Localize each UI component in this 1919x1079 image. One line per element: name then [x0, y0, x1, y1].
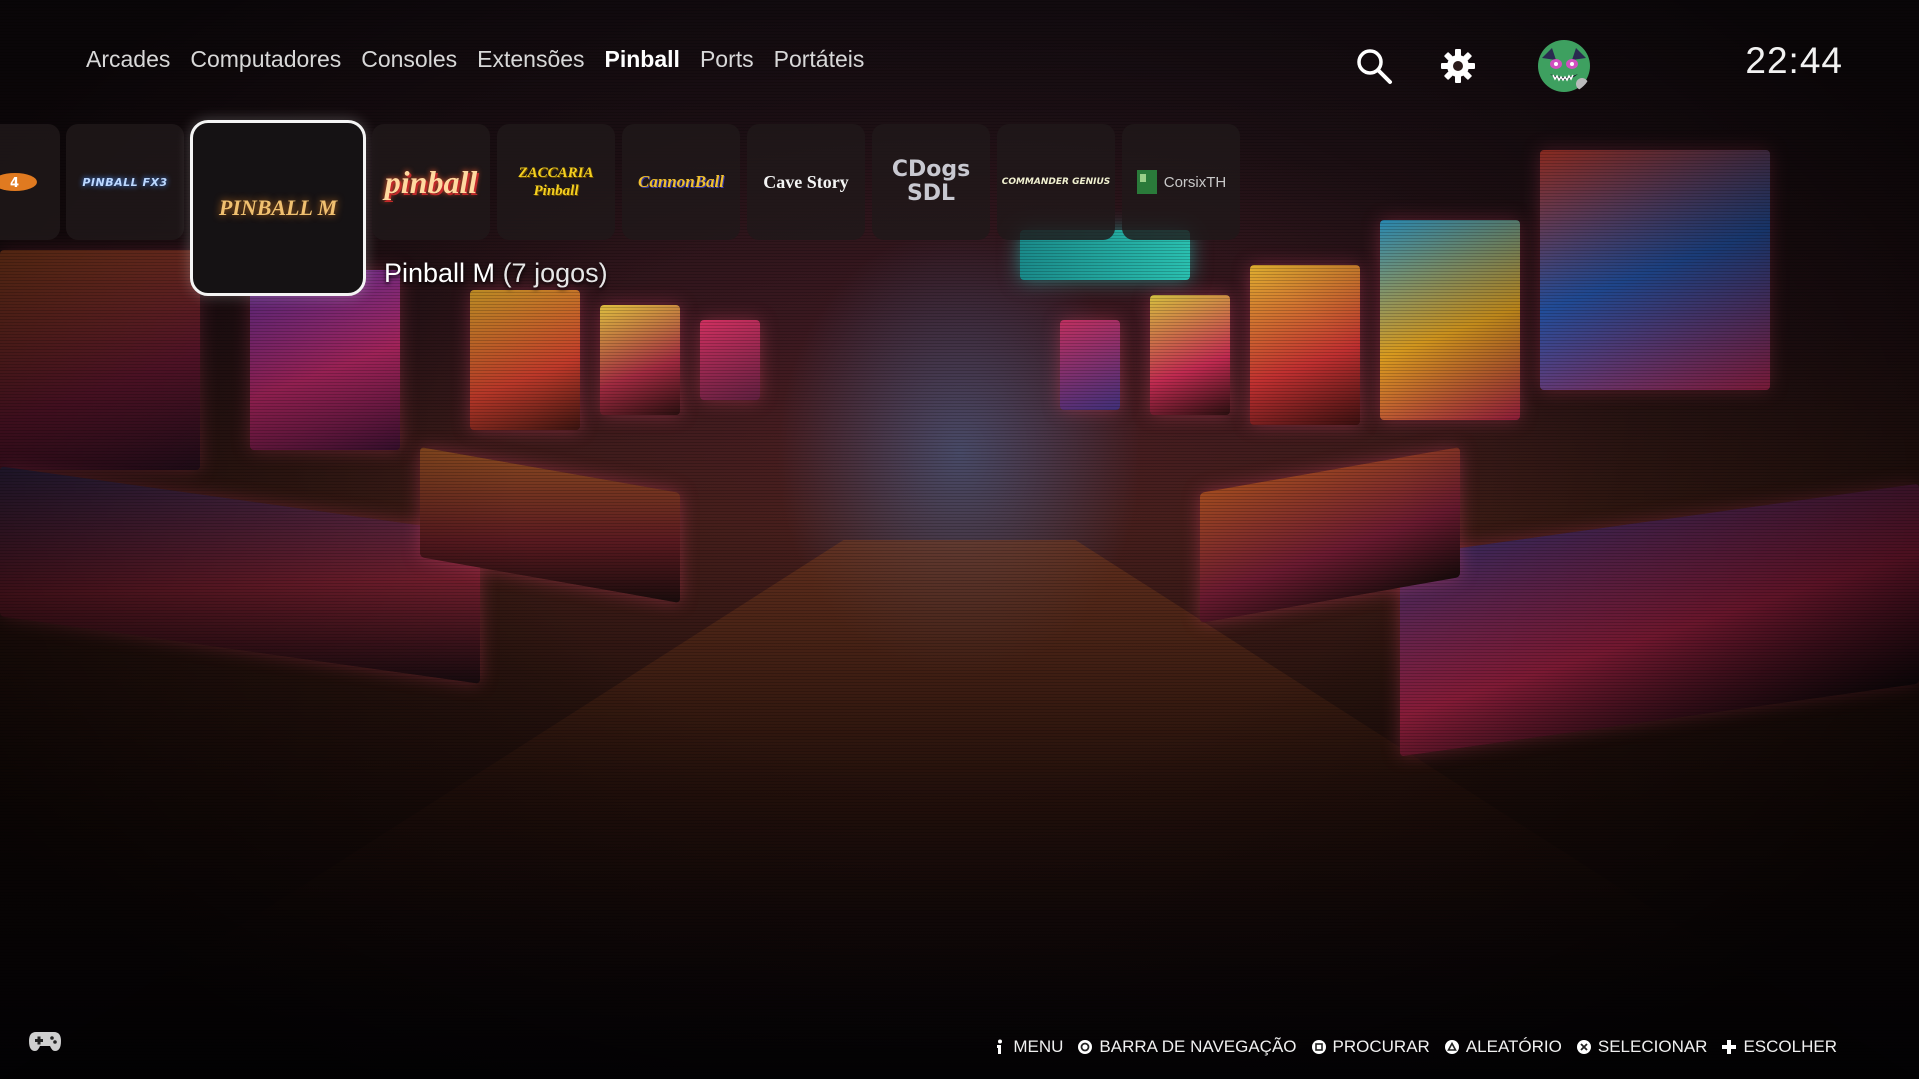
square-button-icon [1311, 1039, 1327, 1055]
system-tile-future-pinball[interactable]: pinball [372, 124, 490, 240]
system-label: PINBALL FX3 [82, 175, 168, 189]
help-label: ESCOLHER [1743, 1037, 1837, 1056]
help-label: PROCURAR [1332, 1037, 1430, 1056]
help-label: MENU [1013, 1037, 1064, 1056]
system-label: COMMANDER GENIUS [1001, 177, 1111, 187]
selected-system-name: Pinball M [384, 258, 496, 288]
system-tile-cdogs[interactable]: CDogs SDL [872, 124, 990, 240]
help-item-select: SELECIONAR [1576, 1037, 1708, 1057]
svg-text:4: 4 [10, 176, 19, 191]
settings-button[interactable] [1436, 44, 1480, 88]
dpad-icon [1721, 1039, 1737, 1055]
search-icon [1357, 49, 1392, 84]
system-label: Cave Story [763, 171, 849, 192]
system-carousel: 4 PINBALL FX3 PINBALL M pinball ZACCARIA… [0, 120, 1919, 296]
help-item-search: PROCURAR [1311, 1037, 1430, 1057]
selected-system-caption: Pinball M (7 jogos) [384, 258, 608, 289]
nav-tab-portateis[interactable]: Portáteis [774, 46, 865, 73]
clock: 22:44 [1745, 40, 1843, 81]
nav-tab-extensoes[interactable]: Extensões [477, 46, 584, 73]
gear-icon [1441, 49, 1475, 83]
nav-tab-ports[interactable]: Ports [700, 46, 754, 73]
system-tile-corsixth[interactable]: CorsixTH [1122, 124, 1240, 240]
system-category-nav: Arcades Computadores Consoles Extensões … [86, 46, 864, 73]
help-label: SELECIONAR [1597, 1037, 1708, 1056]
gamepad-icon [29, 1032, 61, 1051]
nav-tab-computadores[interactable]: Computadores [190, 46, 341, 73]
cross-button-icon [1576, 1039, 1592, 1055]
pinball-logo-icon: 4 [0, 173, 37, 191]
system-tile-partial[interactable]: 4 [0, 124, 60, 240]
help-item-navigation-bar: BARRA DE NAVEGAÇÃO [1077, 1037, 1297, 1057]
system-label: CorsixTH [1163, 173, 1227, 191]
search-button[interactable] [1352, 44, 1396, 88]
help-label: ALEATÓRIO [1465, 1037, 1562, 1056]
system-tile-pinball-m[interactable]: PINBALL M [190, 120, 366, 296]
nav-tab-arcades[interactable]: Arcades [86, 46, 170, 73]
system-tile-cannonball[interactable]: CannonBall [622, 124, 740, 240]
system-label: ZACCARIA Pinball [518, 165, 594, 199]
info-icon [991, 1039, 1007, 1055]
avatar[interactable] [1536, 38, 1592, 94]
system-tile-commander-genius[interactable]: COMMANDER GENIUS [997, 124, 1115, 240]
system-label: CDogs SDL [891, 157, 971, 206]
help-item-choose: ESCOLHER [1721, 1037, 1837, 1057]
selected-system-count: (7 jogos) [502, 258, 608, 288]
help-label: BARRA DE NAVEGAÇÃO [1099, 1037, 1297, 1056]
system-label: PINBALL M [218, 195, 338, 220]
nav-tab-pinball[interactable]: Pinball [605, 46, 680, 73]
triangle-button-icon [1444, 1039, 1460, 1055]
system-tile-zaccaria-pinball[interactable]: ZACCARIA Pinball [497, 124, 615, 240]
avatar-icon [1538, 40, 1590, 92]
circle-button-icon [1077, 1039, 1093, 1055]
help-item-menu: MENU [991, 1037, 1063, 1057]
system-tile-pinball-fx3[interactable]: PINBALL FX3 [66, 124, 184, 240]
system-label: pinball [384, 163, 478, 200]
help-bar: MENU BARRA DE NAVEGAÇÃO PROCURAR ALEATÓR… [991, 1037, 1837, 1057]
top-right-toolbar [1352, 38, 1592, 94]
nav-tab-consoles[interactable]: Consoles [361, 46, 457, 73]
system-tile-cave-story[interactable]: Cave Story [747, 124, 865, 240]
corsixth-logo-icon [1136, 170, 1157, 194]
system-label: CannonBall [638, 172, 724, 191]
help-item-random: ALEATÓRIO [1444, 1037, 1562, 1057]
